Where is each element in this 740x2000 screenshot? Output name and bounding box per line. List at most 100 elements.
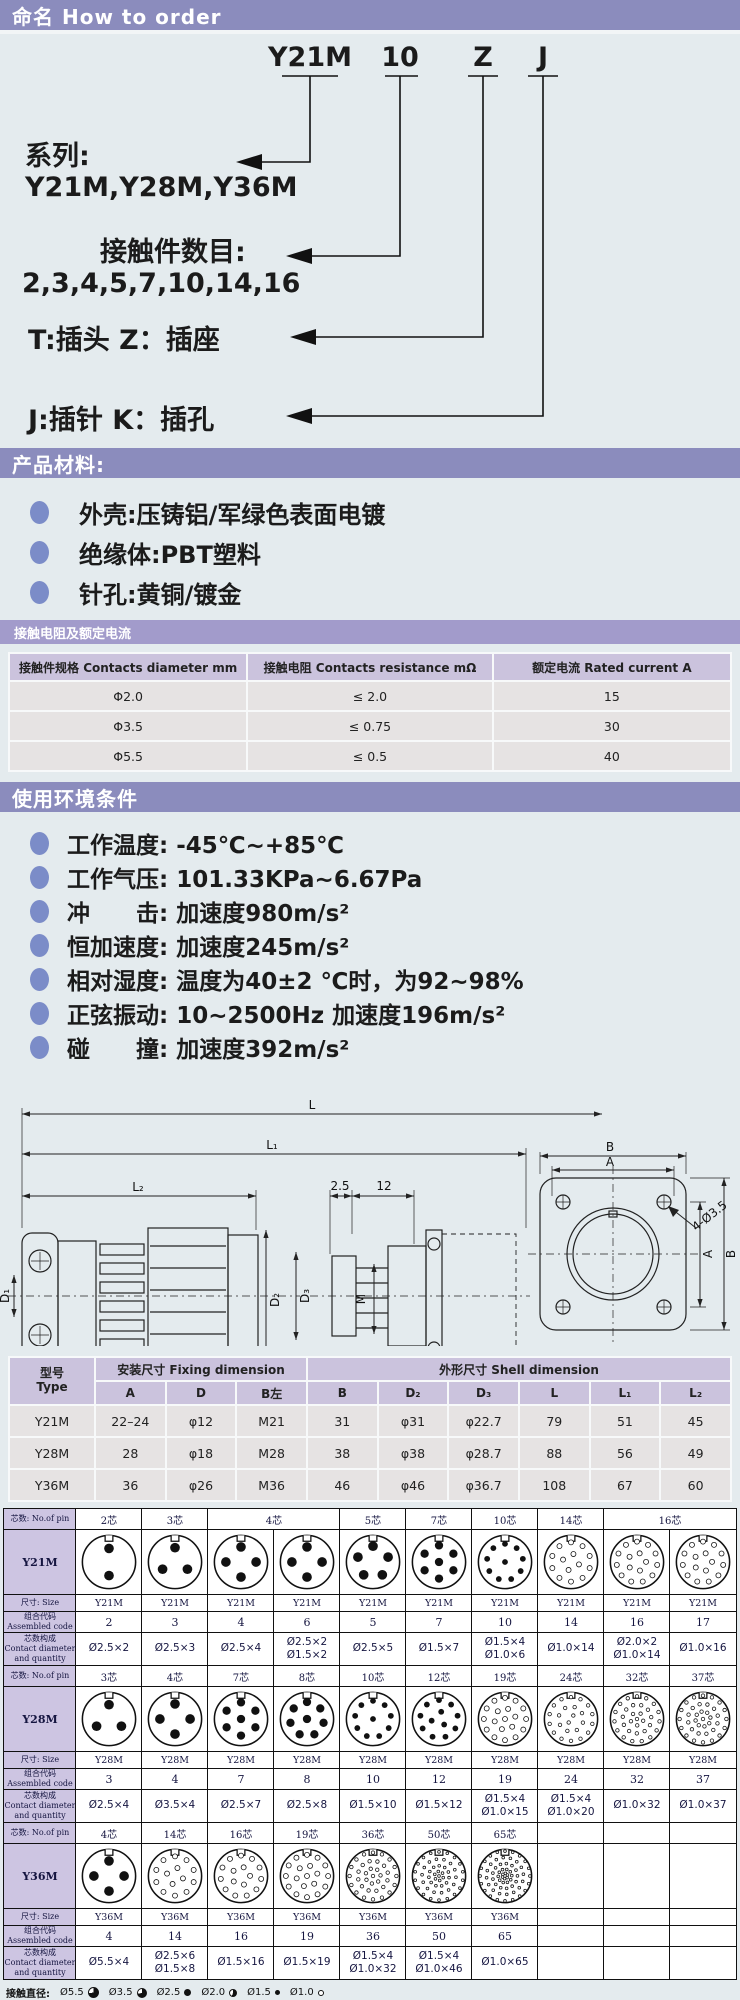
res-col-header: 额定电流 Rated current A [494, 654, 730, 680]
pin-size-cell: Y21M [538, 1595, 604, 1612]
legend-item: Ø2.0 [201, 1987, 237, 1998]
environment-text: 正弦振动: 10~2500Hz 加速度196m/s² [67, 996, 505, 1030]
pin-dot [505, 1868, 508, 1871]
pin-dot [286, 1719, 294, 1727]
resistance-cell: ≤ 0.5 [248, 742, 491, 770]
dim-arrowhead [697, 1299, 702, 1307]
pin-dot [370, 1716, 376, 1722]
dim-value-cell: M36 [237, 1470, 306, 1500]
pin-diagram-cell [208, 1687, 274, 1752]
resistance-row: Φ3.5≤ 0.7530 [10, 712, 730, 740]
environment-text: 碰 撞: 加速度392m/s² [67, 1030, 349, 1064]
arrowhead [286, 408, 312, 424]
pin-dot [492, 1878, 495, 1881]
pin-dot [685, 1734, 688, 1737]
pin-dot [386, 1879, 389, 1882]
dim-label-A-side: A [701, 1249, 715, 1258]
pin-dot [417, 1863, 420, 1866]
pin-count-cell [670, 1823, 736, 1844]
pin-dot [434, 1878, 437, 1881]
pin-dot [304, 1895, 309, 1900]
pin-dot [483, 1889, 486, 1892]
pin-dot [695, 1579, 700, 1584]
pin-dot [524, 1889, 527, 1892]
pin-dot [383, 1552, 393, 1562]
pin-dot [502, 1738, 507, 1743]
pin-dot [692, 1739, 695, 1742]
pin-dot [357, 1870, 360, 1873]
pin-dot [692, 1696, 695, 1699]
pin-dot [489, 1854, 492, 1857]
pin-dot [294, 1855, 299, 1860]
pin-size-row: 尺寸: SizeY21MY21MY21MY21MY21MY21MY21MY21M… [4, 1595, 736, 1612]
pin-dot [492, 1872, 495, 1875]
contact-quantity-cell: Ø1.5×10 [340, 1790, 406, 1823]
pin-dot [414, 1870, 417, 1873]
pin-dot [323, 1884, 328, 1889]
assembled-code-cell: 7 [208, 1769, 274, 1790]
pin-dot [371, 1898, 374, 1901]
pin-dot [705, 1732, 708, 1735]
pin-dot [616, 1729, 619, 1732]
assembled-code-row-label: 组合代码Assembled code [4, 1769, 76, 1790]
pin-dot [572, 1714, 575, 1717]
pin-dot [220, 1865, 225, 1870]
pin-dot [429, 1897, 432, 1900]
pin-dot [627, 1554, 632, 1559]
pin-dot [518, 1568, 524, 1574]
pin-dot [393, 1883, 396, 1886]
pin-dot [440, 1891, 443, 1894]
pin-dot [420, 1550, 428, 1558]
pin-dot [511, 1851, 514, 1854]
pin-dot [492, 1889, 495, 1892]
section-header-naming: 命名 How to order [0, 0, 740, 30]
pin-dot [312, 1881, 317, 1886]
environment-item: 冲 击: 加速度980m/s² [30, 894, 740, 928]
contact-quantity-cell: Ø1.5×12 [406, 1790, 472, 1823]
pin-dot [706, 1579, 711, 1584]
pin-dot [310, 1730, 318, 1738]
pin-dot [629, 1579, 634, 1584]
pin-dot [514, 1545, 520, 1551]
pin-dot [375, 1889, 378, 1892]
assembled-code-cell: 4 [142, 1769, 208, 1790]
dim-col-header: L₂ [661, 1382, 730, 1404]
assembled-code-cell: 37 [670, 1769, 736, 1790]
legend-item-text: Ø2.5 [157, 1987, 181, 1998]
pin-dot [170, 1543, 180, 1553]
pin-dot [504, 1900, 507, 1903]
material-item: 绝缘体:PBT塑料 [30, 532, 740, 572]
environment-item: 工作气压: 101.33KPa~6.67Pa [30, 860, 740, 894]
pin-dot [573, 1705, 576, 1708]
pin-diagram-cell [208, 1530, 274, 1595]
pin-dot [249, 1856, 254, 1861]
pin-dot [621, 1715, 624, 1718]
contact-dot-icon [88, 1987, 99, 1998]
dim-label-L: L [309, 1098, 316, 1112]
contact-quantity-cell: Ø2.5×8 [274, 1790, 340, 1823]
material-item: 针孔:黄铜/镀金 [30, 572, 740, 612]
pin-dot [393, 1865, 396, 1868]
pin-dot [509, 1878, 512, 1881]
pin-dot [635, 1695, 638, 1698]
dim-value-cell: 51 [591, 1406, 660, 1436]
pin-dot [388, 1891, 391, 1894]
pin-count-cell: 8芯 [274, 1666, 340, 1687]
pin-size-cell: Y28M [340, 1752, 406, 1769]
dim-arrowhead [344, 1193, 352, 1198]
pin-dot [680, 1726, 683, 1729]
pin-dot [499, 1886, 502, 1889]
contact-dot-icon [184, 1989, 191, 1996]
pin-dot [579, 1698, 582, 1701]
pin-dot [480, 1882, 483, 1885]
pin-dot [316, 1704, 324, 1712]
pin-dot [443, 1734, 449, 1740]
dim-value-cell: 22–24 [96, 1406, 165, 1436]
pin-diagram-cell [76, 1530, 142, 1595]
assembled-code-cell: 12 [406, 1769, 472, 1790]
pin-count-cell [538, 1823, 604, 1844]
pin-dot [438, 1709, 444, 1715]
pin-count-cell: 3芯 [142, 1509, 208, 1530]
pin-size-cell: Y28M [274, 1752, 340, 1769]
code-part-type: Z [473, 42, 493, 73]
